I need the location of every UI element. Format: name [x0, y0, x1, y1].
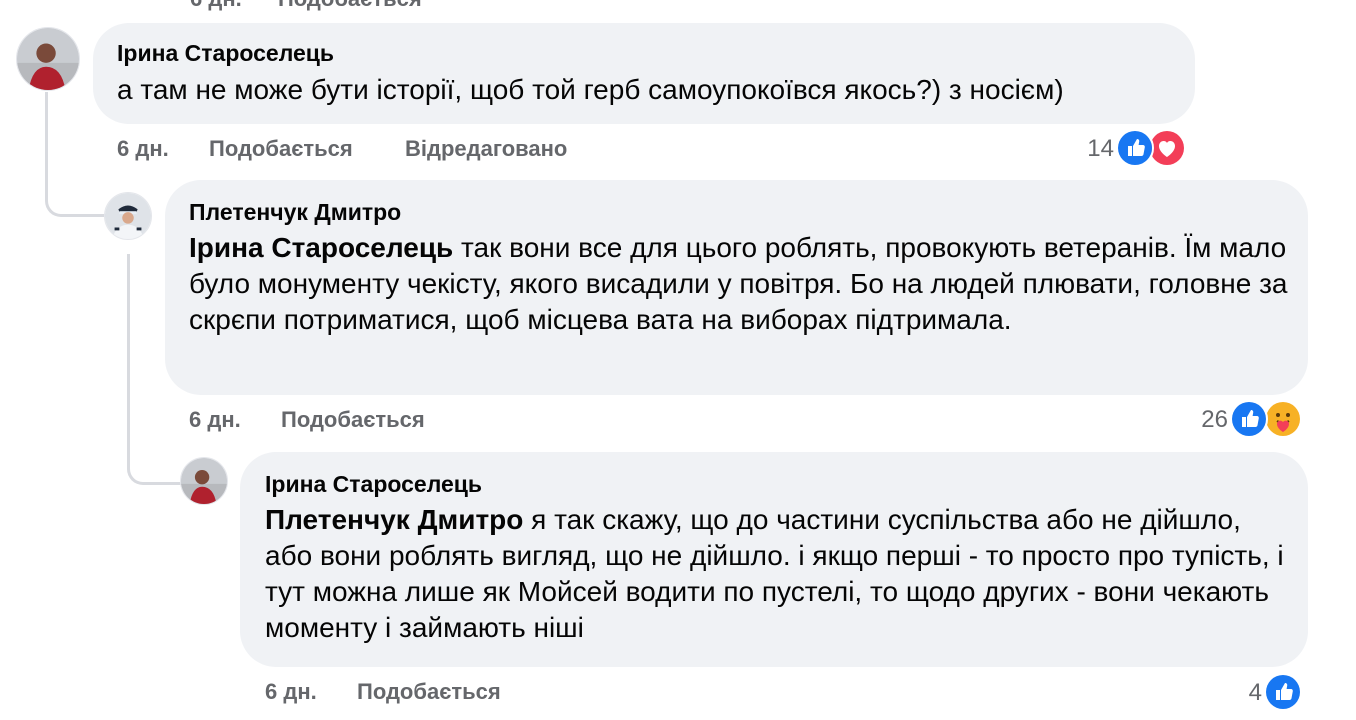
mention-link[interactable]: Плетенчук Дмитро: [265, 504, 523, 535]
like-icon[interactable]: [1264, 673, 1302, 711]
comment-text: Ірина Староселець так вони все для цього…: [189, 230, 1289, 338]
avatar[interactable]: [104, 192, 152, 240]
like-button[interactable]: Подобається: [357, 679, 501, 705]
like-icon[interactable]: [1230, 400, 1268, 438]
previous-comment-time[interactable]: 6 дн.: [190, 0, 242, 11]
avatar[interactable]: [16, 27, 80, 91]
like-icon[interactable]: [1116, 129, 1154, 167]
comment-author[interactable]: Ірина Староселець: [265, 471, 482, 498]
previous-comment-actions: 6 дн. Подобається: [190, 0, 422, 12]
comment-author[interactable]: Ірина Староселець: [117, 40, 334, 67]
comment-text-content: а там не може бути історії, щоб той герб…: [117, 74, 1064, 105]
like-button[interactable]: Подобається: [281, 407, 425, 433]
edited-label[interactable]: Відредаговано: [405, 136, 567, 162]
reaction-count[interactable]: 14: [1070, 135, 1114, 163]
mention-link[interactable]: Ірина Староселець: [189, 232, 453, 263]
previous-comment-like-button[interactable]: Подобається: [278, 0, 422, 11]
comment-time[interactable]: 6 дн.: [189, 407, 241, 433]
reaction-count[interactable]: 4: [1220, 679, 1262, 707]
comment-author[interactable]: Плетенчук Дмитро: [189, 199, 401, 226]
comment-time[interactable]: 6 дн.: [117, 136, 169, 162]
thread-line-level1: [45, 92, 108, 217]
comment-text: Плетенчук Дмитро я так скажу, що до част…: [265, 502, 1295, 646]
care-icon[interactable]: [1264, 400, 1302, 438]
like-button[interactable]: Подобається: [209, 136, 353, 162]
avatar[interactable]: [180, 457, 228, 505]
comment-time[interactable]: 6 дн.: [265, 679, 317, 705]
reaction-count[interactable]: 26: [1184, 406, 1228, 434]
comment-text: а там не може бути історії, щоб той герб…: [117, 72, 1177, 108]
